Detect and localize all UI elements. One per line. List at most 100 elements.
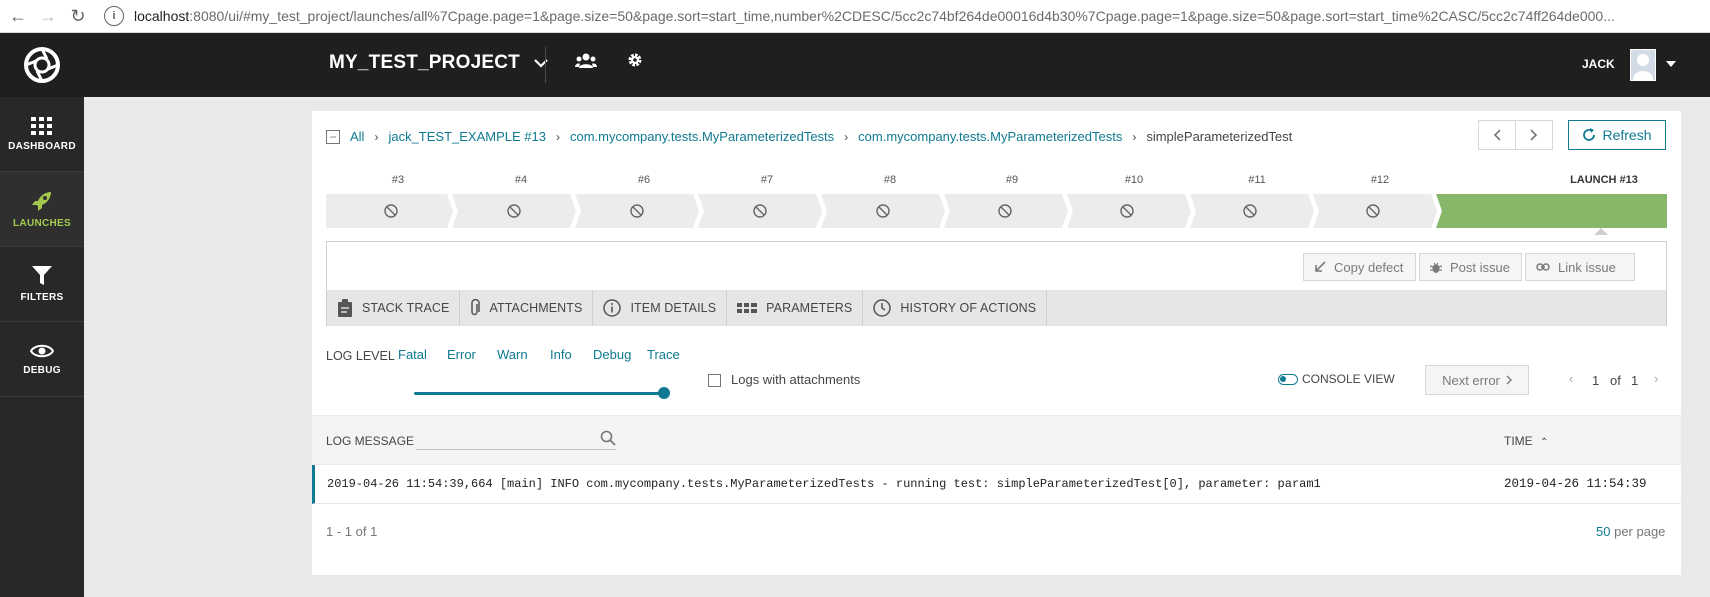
next-error-button[interactable]: Next error [1425,365,1529,395]
log-level-info[interactable]: Info [550,347,572,362]
gear-icon[interactable] [627,52,643,68]
log-level-fatal[interactable]: Fatal [398,347,427,362]
tab-label: PARAMETERS [766,301,853,315]
refresh-button[interactable]: Refresh [1568,120,1666,150]
console-view-toggle[interactable]: CONSOLE VIEW [1278,372,1395,386]
history-item[interactable] [944,194,1068,228]
breadcrumb-item[interactable]: com.mycompany.tests.MyParameterizedTests [858,129,1122,144]
members-icon[interactable] [575,53,597,69]
log-level-slider-track[interactable] [414,392,665,395]
post-issue-label: Post issue [1450,259,1510,275]
bug-icon [1430,262,1442,273]
time-column-header[interactable]: TIME ⌃ [1504,434,1548,448]
avatar[interactable] [1630,49,1656,81]
site-info-icon[interactable]: i [104,6,124,26]
next-error-label: Next error [1442,372,1500,388]
chevron-right-icon[interactable]: › [1654,371,1658,386]
copy-defect-button[interactable]: Copy defect [1303,253,1416,281]
clock-icon [873,299,892,317]
tab-parameters[interactable]: PARAMETERS [727,290,864,326]
forward-arrow-icon[interactable]: → [36,4,60,28]
sidebar-item-dashboard[interactable]: DASHBOARD [0,97,84,172]
sidebar-item-launches[interactable]: LAUNCHES [0,172,84,247]
collapse-icon[interactable]: − [326,129,340,144]
table-row[interactable]: 2019-04-26 11:54:39,664 [main] INFO com.… [312,465,1681,504]
history-item[interactable] [575,194,699,228]
chevron-left-icon[interactable]: ‹ [1569,371,1573,386]
log-level-warn[interactable]: Warn [497,347,528,362]
header-divider [545,47,546,83]
log-level-debug[interactable]: Debug [593,347,631,362]
tab-label: STACK TRACE [362,301,450,315]
project-selector[interactable]: MY_TEST_PROJECT [329,52,548,74]
project-name: MY_TEST_PROJECT [329,52,520,73]
search-icon [600,430,616,446]
url-path: :8080/ui/#my_test_project/launches/all%7… [189,8,1615,24]
copy-defect-label: Copy defect [1334,259,1404,275]
tab-label: ITEM DETAILS [630,301,717,315]
sidebar-item-label: DASHBOARD [8,140,76,152]
page-size-selector[interactable]: 50 per page [1596,524,1665,539]
previous-item-button[interactable] [1478,120,1516,150]
history-item-current[interactable] [1436,194,1667,228]
sidebar-item-filters[interactable]: FILTERS [0,247,84,322]
history-item[interactable] [1190,194,1314,228]
breadcrumb-item[interactable]: com.mycompany.tests.MyParameterizedTests [570,129,834,144]
history-item[interactable] [326,194,453,228]
pagination-range: 1 - 1 of 1 [326,524,378,539]
sidebar-item-label: LAUNCHES [13,217,71,229]
tab-item-details[interactable]: ITEM DETAILS [593,290,728,326]
dashboard-grid-icon [31,116,52,135]
breadcrumb-item[interactable]: All [350,129,364,144]
log-message-header: LOG MESSAGE [326,434,415,448]
history-label-current: LAUNCH #13 [1570,174,1638,186]
log-level-error[interactable]: Error [447,347,476,362]
sidebar-item-debug[interactable]: DEBUG [0,322,84,397]
page-size-value[interactable]: 50 [1596,524,1610,539]
per-page-label: per page [1614,524,1666,539]
history-item[interactable] [1067,194,1191,228]
history-item[interactable] [452,194,576,228]
chevron-right-icon [1506,375,1512,385]
log-view-panel: − All › jack_TEST_EXAMPLE #13 › com.myco… [312,111,1681,575]
sidebar-item-label: FILTERS [20,291,64,303]
logs-with-attachments-label[interactable]: Logs with attachments [731,372,860,387]
link-issue-button[interactable]: Link issue [1525,253,1635,281]
console-view-label: CONSOLE VIEW [1302,372,1395,386]
details-tabs: STACK TRACE ATTACHMENTS ITEM DETAILS PAR… [327,290,1666,326]
link-issue-label: Link issue [1558,259,1616,275]
log-message: 2019-04-26 11:54:39,664 [main] INFO com.… [327,477,1321,491]
sort-ascending-icon: ⌃ [1540,437,1549,448]
tab-attachments[interactable]: ATTACHMENTS [460,290,594,326]
back-arrow-icon[interactable]: ← [6,4,30,28]
tab-stack-trace[interactable]: STACK TRACE [327,290,461,326]
tab-history-of-actions[interactable]: HISTORY OF ACTIONS [863,290,1048,326]
history-item[interactable] [1313,194,1437,228]
history-label: #7 [760,174,774,186]
history-pointer [1594,228,1608,235]
caret-down-icon[interactable] [1666,61,1676,67]
logs-with-attachments-checkbox[interactable] [708,374,721,387]
time-header-label: TIME [1504,434,1533,448]
log-level-trace[interactable]: Trace [647,347,680,362]
tab-label: HISTORY OF ACTIONS [900,301,1037,315]
clipboard-icon [338,299,352,317]
toggle-switch-icon [1278,373,1298,385]
history-item[interactable] [698,194,822,228]
chevron-right-icon: › [844,129,849,144]
app-logo[interactable] [0,33,84,97]
address-bar[interactable]: localhost:8080/ui/#my_test_project/launc… [134,8,1704,24]
user-name[interactable]: JACK [1582,57,1615,71]
history-item[interactable] [821,194,945,228]
rocket-icon [32,191,51,211]
post-issue-button[interactable]: Post issue [1419,253,1522,281]
page-current: 1 [1592,373,1600,388]
log-level-slider-handle[interactable] [658,387,670,399]
next-item-button[interactable] [1515,120,1553,150]
url-host: localhost [134,8,190,24]
chevron-right-icon: › [1132,129,1137,144]
reload-icon[interactable]: ↻ [66,4,90,28]
breadcrumb-item[interactable]: jack_TEST_EXAMPLE #13 [388,129,546,144]
table-grid-icon [737,303,758,313]
log-search-input[interactable] [416,428,616,450]
